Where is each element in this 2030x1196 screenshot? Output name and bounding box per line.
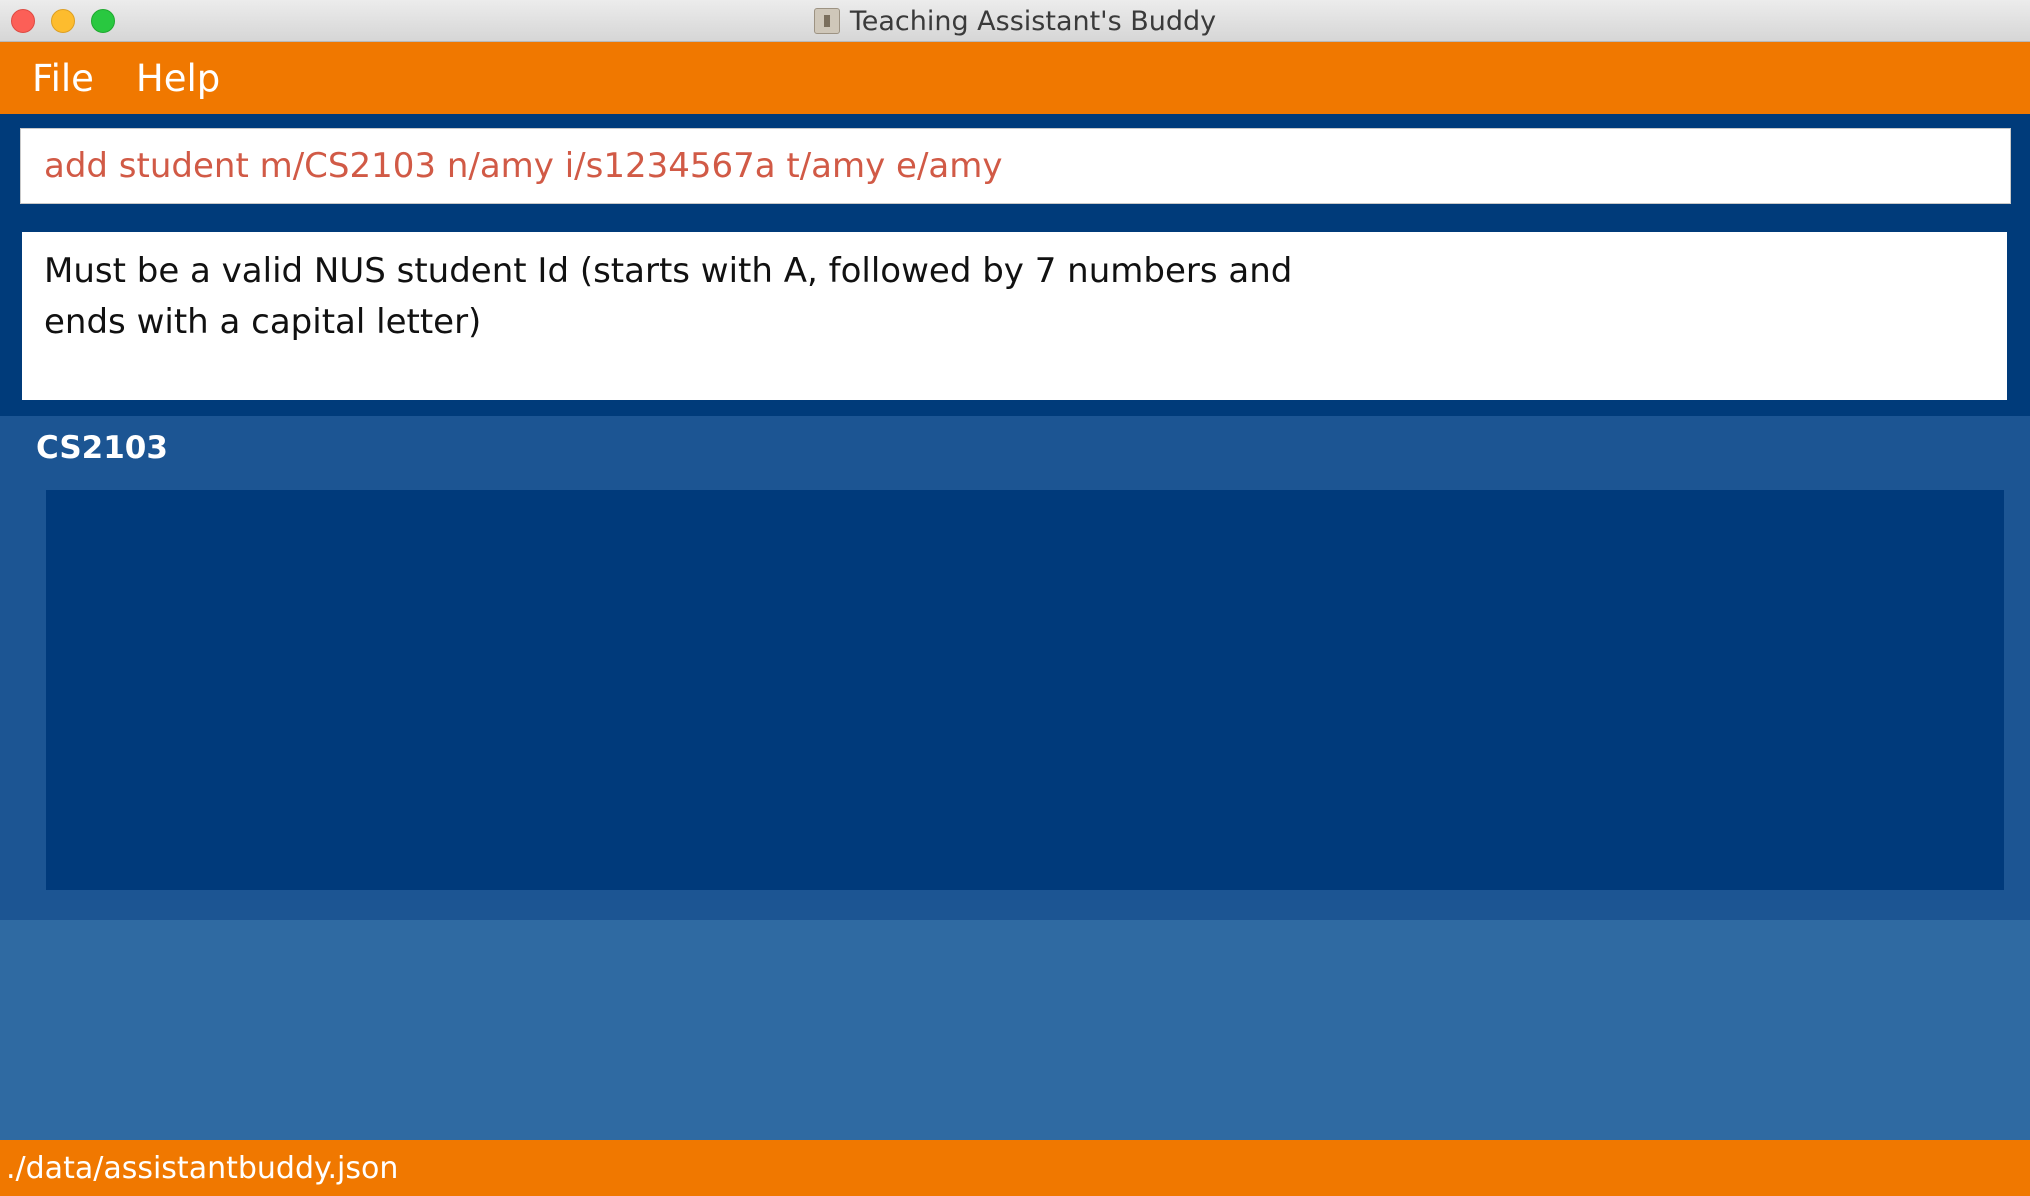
menu-bar: File Help: [0, 42, 2030, 114]
status-bar: ./data/assistantbuddy.json: [0, 1140, 2030, 1196]
title-bar: Teaching Assistant's Buddy: [0, 0, 2030, 42]
result-display: Must be a valid NUS student Id (starts w…: [22, 232, 2007, 400]
status-file-path: ./data/assistantbuddy.json: [6, 1150, 399, 1186]
window-title-group: Teaching Assistant's Buddy: [0, 0, 2030, 42]
command-box[interactable]: [20, 128, 2011, 204]
command-input[interactable]: [44, 146, 2010, 186]
menu-help[interactable]: Help: [136, 57, 220, 100]
content-area: [0, 920, 2030, 1140]
module-title: CS2103: [36, 430, 168, 466]
window-title: Teaching Assistant's Buddy: [849, 5, 1217, 37]
menu-file[interactable]: File: [32, 57, 94, 100]
result-message: Must be a valid NUS student Id (starts w…: [44, 251, 1293, 342]
student-list[interactable]: [46, 490, 2004, 890]
app-icon: [813, 8, 840, 34]
